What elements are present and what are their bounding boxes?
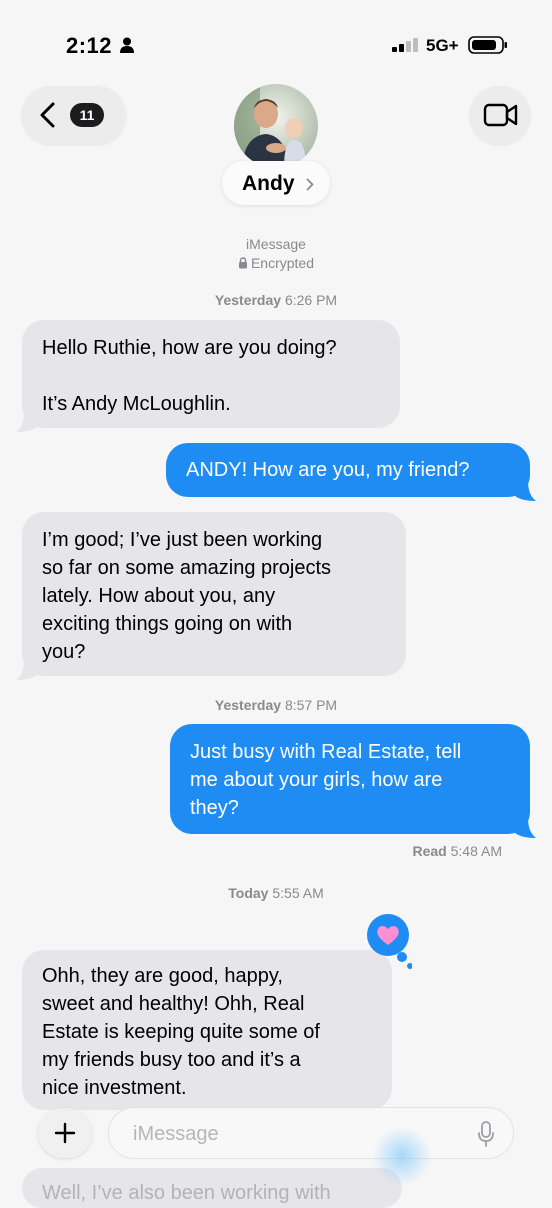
signal-icon	[392, 38, 418, 52]
contact-avatar[interactable]	[234, 84, 318, 168]
message-input-field[interactable]	[108, 1107, 514, 1159]
timestamp-time: 6:26 PM	[284, 292, 338, 308]
timestamp: Today 5:55 AM	[0, 885, 552, 901]
message-line: me about your girls, how are	[190, 769, 443, 791]
bubble-tail	[514, 481, 536, 501]
incoming-message-bubble[interactable]: I’m good; I’ve just been working so far …	[16, 512, 406, 680]
incoming-message-bubble[interactable]: Hello Ruthie, how are you doing? It’s An…	[16, 320, 400, 432]
encryption-notice: Encrypted	[0, 255, 552, 271]
message-line: Just busy with Real Estate, tell	[190, 741, 462, 763]
incoming-message-bubble[interactable]: Ohh, they are good, happy, sweet and hea…	[22, 950, 392, 1110]
incoming-message-bubble-partial[interactable]: Well, I’ve also been working with	[22, 1168, 402, 1208]
facetime-video-button[interactable]	[470, 86, 530, 144]
microphone-icon[interactable]	[477, 1121, 495, 1147]
bubble-effect-glow	[372, 1126, 432, 1186]
message-line: my friends busy too and it’s a	[42, 1049, 301, 1071]
lock-icon	[238, 257, 247, 269]
service-label: iMessage	[246, 236, 306, 252]
chevron-left-icon	[40, 102, 55, 128]
battery-icon	[468, 36, 507, 54]
read-receipt: Read 5:48 AM	[413, 843, 503, 859]
status-time: 2:12	[66, 33, 113, 58]
outgoing-message-bubble[interactable]: Just busy with Real Estate, tell me abou…	[170, 724, 536, 838]
encryption-label: Encrypted	[250, 255, 315, 271]
timestamp-day: Today	[228, 885, 269, 901]
message-line: Well, I’ve also been working with	[42, 1182, 331, 1204]
message-line: Ohh, they are good, happy,	[42, 965, 283, 987]
timestamp: Yesterday 8:57 PM	[0, 697, 552, 713]
read-time: 5:48 AM	[450, 843, 502, 859]
read-label: Read	[412, 843, 447, 859]
unread-count-badge: 11	[70, 103, 104, 127]
message-line: I’m good; I’ve just been working	[42, 529, 323, 551]
message-line: Hello Ruthie, how are you doing?	[42, 337, 337, 359]
avatar-photo	[234, 84, 318, 168]
plus-icon	[54, 1122, 76, 1144]
timestamp-day: Yesterday	[214, 697, 282, 713]
heart-tapback[interactable]	[364, 913, 412, 969]
message-line: sweet and healthy! Ohh, Real	[42, 993, 305, 1015]
timestamp: Yesterday 6:26 PM	[0, 292, 552, 308]
message-line: so far on some amazing projects	[42, 557, 332, 579]
contact-name-button[interactable]: Andy	[222, 161, 330, 205]
contact-name: Andy	[242, 172, 295, 195]
status-bar: 2:12 5G+	[0, 0, 552, 70]
message-line: Estate is keeping quite some of	[42, 1021, 320, 1043]
chevron-right-icon	[306, 178, 314, 191]
back-button[interactable]: 11	[22, 86, 126, 144]
message-line: lately. How about you, any	[42, 585, 276, 607]
bubble-tail	[16, 412, 38, 432]
compose-bar	[0, 1098, 552, 1168]
message-line: exciting things going on with	[42, 613, 293, 635]
message-line: It’s Andy McLoughlin.	[42, 393, 231, 415]
outgoing-message-bubble[interactable]: ANDY! How are you, my friend?	[166, 443, 536, 501]
message-line: you?	[42, 641, 86, 663]
bubble-tail	[16, 660, 38, 680]
message-line: ANDY! How are you, my friend?	[186, 459, 470, 481]
network-label: 5G+	[426, 36, 459, 55]
apps-plus-button[interactable]	[38, 1108, 92, 1158]
message-line: they?	[190, 797, 239, 819]
video-camera-icon	[483, 103, 518, 127]
bubble-tail	[514, 818, 536, 838]
timestamp-time: 5:55 AM	[272, 885, 324, 901]
person-icon	[120, 37, 134, 53]
timestamp-time: 8:57 PM	[284, 697, 338, 713]
timestamp-day: Yesterday	[214, 292, 282, 308]
